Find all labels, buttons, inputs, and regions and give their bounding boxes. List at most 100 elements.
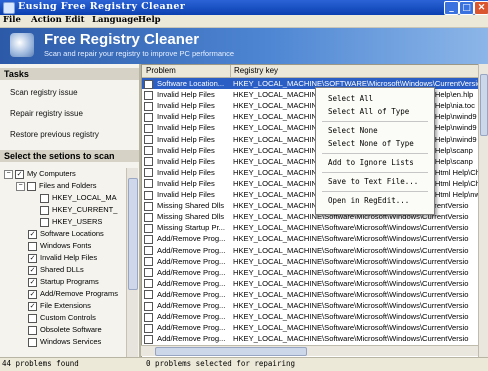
problem-text: Invalid Help Files <box>157 178 215 188</box>
row-checkbox-icon[interactable] <box>144 212 153 222</box>
table-row[interactable]: Add/Remove Prog... HKEY_LOCAL_MACHINE\Sof… <box>142 311 479 322</box>
table-row[interactable]: Missing Startup Pr... HKEY_LOCAL_MACHINE\… <box>142 222 479 233</box>
task-scan-registry[interactable]: Scan registry issue <box>10 88 78 97</box>
checkbox-icon[interactable] <box>28 325 37 335</box>
tree-item-hkcu[interactable]: HKEY_CURRENT_ <box>40 204 117 215</box>
menu-item-save-to-text[interactable]: Save to Text File... <box>328 177 418 186</box>
checkbox-checked-icon[interactable]: ✓ <box>15 169 24 179</box>
checkbox-checked-icon[interactable]: ✓ <box>28 253 37 263</box>
row-checkbox-icon[interactable] <box>144 79 153 89</box>
row-checkbox-icon[interactable] <box>144 168 153 178</box>
menu-item-select-none-of-type[interactable]: Select None of Type <box>328 139 414 148</box>
problem-cell: Add/Remove Prog... <box>144 311 228 322</box>
tree-item-windows-fonts[interactable]: Windows Fonts <box>28 240 91 251</box>
table-scrollbar-thumb[interactable] <box>480 74 488 136</box>
menu-item-open-in-regedit[interactable]: Open in RegEdit... <box>328 196 409 205</box>
row-checkbox-icon[interactable] <box>144 201 153 211</box>
table-row[interactable]: Add/Remove Prog... HKEY_LOCAL_MACHINE\Sof… <box>142 233 479 244</box>
row-checkbox-icon[interactable] <box>144 90 153 100</box>
menu-edit[interactable]: Edit <box>65 15 85 25</box>
minimize-button[interactable]: _ <box>444 1 459 15</box>
tree-item-files-folders[interactable]: − Files and Folders <box>16 180 97 191</box>
checkbox-icon[interactable] <box>28 337 37 347</box>
column-header-problem[interactable]: Problem <box>146 66 176 75</box>
tree-item-obsolete-software[interactable]: Obsolete Software <box>28 324 102 335</box>
table-row[interactable]: Add/Remove Prog... HKEY_LOCAL_MACHINE\Sof… <box>142 256 479 267</box>
tree-scrollbar-thumb[interactable] <box>128 178 138 290</box>
menu-item-add-to-ignore[interactable]: Add to Ignore Lists <box>328 158 414 167</box>
table-row[interactable]: Add/Remove Prog... HKEY_LOCAL_MACHINE\Sof… <box>142 322 479 333</box>
row-checkbox-icon[interactable] <box>144 279 153 289</box>
checkbox-icon[interactable] <box>27 181 36 191</box>
tree-item-my-computers[interactable]: − ✓ My Computers <box>4 168 76 179</box>
row-checkbox-icon[interactable] <box>144 223 153 233</box>
row-checkbox-icon[interactable] <box>144 290 153 300</box>
row-checkbox-icon[interactable] <box>144 112 153 122</box>
table-row[interactable]: Add/Remove Prog... HKEY_LOCAL_MACHINE\Sof… <box>142 289 479 300</box>
tree-item-invalid-help-files[interactable]: ✓ Invalid Help Files <box>28 252 97 263</box>
tree-item-add-remove-programs[interactable]: ✓ Add/Remove Programs <box>28 288 118 299</box>
row-checkbox-icon[interactable] <box>144 257 153 267</box>
task-restore-registry[interactable]: Restore previous registry <box>10 130 99 139</box>
tree-scrollbar[interactable] <box>126 168 138 357</box>
problem-cell: Software Location... <box>144 78 228 89</box>
task-repair-registry[interactable]: Repair registry issue <box>10 109 83 118</box>
column-divider[interactable] <box>230 65 231 77</box>
row-checkbox-icon[interactable] <box>144 301 153 311</box>
menu-divider <box>322 172 428 173</box>
row-checkbox-icon[interactable] <box>144 179 153 189</box>
table-row[interactable]: Add/Remove Prog... HKEY_LOCAL_MACHINE\Sof… <box>142 278 479 289</box>
row-checkbox-icon[interactable] <box>144 312 153 322</box>
row-checkbox-icon[interactable] <box>144 146 153 156</box>
table-hscroll-thumb[interactable] <box>155 347 307 356</box>
checkbox-icon[interactable] <box>28 241 37 251</box>
table-row[interactable]: Add/Remove Prog... HKEY_LOCAL_MACHINE\Sof… <box>142 245 479 256</box>
tree-item-custom-controls[interactable]: Custom Controls <box>28 312 96 323</box>
maximize-button[interactable]: □ <box>459 1 474 15</box>
row-checkbox-icon[interactable] <box>144 135 153 144</box>
table-row[interactable]: Add/Remove Prog... HKEY_LOCAL_MACHINE\Sof… <box>142 333 479 344</box>
table-horizontal-scrollbar[interactable] <box>141 345 478 356</box>
tree-item-file-extensions[interactable]: ✓ File Extensions <box>28 300 91 311</box>
row-checkbox-icon[interactable] <box>144 334 153 344</box>
table-row[interactable]: Add/Remove Prog... HKEY_LOCAL_MACHINE\Sof… <box>142 300 479 311</box>
row-checkbox-icon[interactable] <box>144 246 153 255</box>
table-vertical-scrollbar[interactable] <box>478 64 488 357</box>
table-row[interactable]: Add/Remove Prog... HKEY_LOCAL_MACHINE\Sof… <box>142 267 479 278</box>
tree-item-hku[interactable]: HKEY_USERS <box>40 216 102 227</box>
menu-item-select-all-of-type[interactable]: Select All of Type <box>328 107 409 116</box>
status-problems-found: 44 problems found <box>2 359 79 368</box>
checkbox-icon[interactable] <box>28 313 37 323</box>
checkbox-checked-icon[interactable]: ✓ <box>28 289 37 299</box>
checkbox-checked-icon[interactable]: ✓ <box>28 301 37 311</box>
column-header-registry-key[interactable]: Registry key <box>234 66 278 75</box>
row-checkbox-icon[interactable] <box>144 190 153 200</box>
menu-item-select-none[interactable]: Select None <box>328 126 378 135</box>
tree-item-software-locations[interactable]: ✓ Software Locations <box>28 228 104 239</box>
checkbox-checked-icon[interactable]: ✓ <box>28 277 37 287</box>
menu-help[interactable]: Help <box>138 15 161 25</box>
row-checkbox-icon[interactable] <box>144 157 153 167</box>
row-checkbox-icon[interactable] <box>144 268 153 278</box>
checkbox-checked-icon[interactable]: ✓ <box>28 229 37 239</box>
tree-item-hklm[interactable]: HKEY_LOCAL_MA <box>40 192 117 203</box>
tree-item-shared-dlls[interactable]: ✓ Shared DLLs <box>28 264 84 275</box>
checkbox-checked-icon[interactable]: ✓ <box>28 265 37 275</box>
checkbox-icon[interactable] <box>40 217 49 227</box>
menu-language[interactable]: Language <box>92 15 139 25</box>
close-button[interactable]: ✕ <box>474 1 488 15</box>
row-checkbox-icon[interactable] <box>144 323 153 333</box>
checkbox-icon[interactable] <box>40 193 49 203</box>
tree-item-startup-programs[interactable]: ✓ Startup Programs <box>28 276 99 287</box>
menu-file[interactable]: File <box>3 15 21 25</box>
menu-action[interactable]: Action <box>31 15 62 25</box>
checkbox-icon[interactable] <box>40 205 49 215</box>
problem-text: Invalid Help Files <box>157 123 215 133</box>
collapse-icon[interactable]: − <box>4 169 13 179</box>
row-checkbox-icon[interactable] <box>144 123 153 133</box>
tree-item-windows-services[interactable]: Windows Services <box>28 336 101 347</box>
menu-item-select-all[interactable]: Select All <box>328 94 373 103</box>
row-checkbox-icon[interactable] <box>144 234 153 244</box>
row-checkbox-icon[interactable] <box>144 101 153 111</box>
collapse-icon[interactable]: − <box>16 181 25 191</box>
